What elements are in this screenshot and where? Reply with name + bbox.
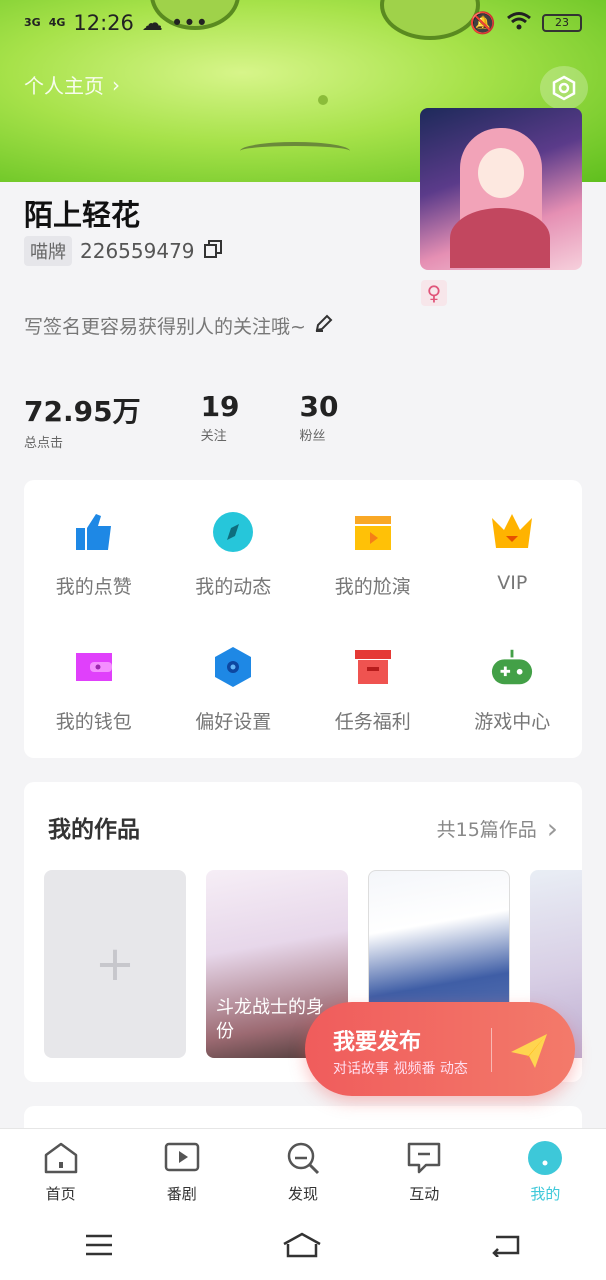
menu-card: 我的点赞 我的动态 我的尬演 VIP 我的钱包 偏好设置 任务福利 游戏中心 bbox=[24, 480, 582, 758]
user-id: 226559479 bbox=[80, 239, 195, 263]
cloud-icon: ☁ bbox=[141, 11, 163, 35]
tab-home[interactable]: 首页 bbox=[0, 1129, 121, 1214]
edit-pencil-icon[interactable] bbox=[314, 313, 334, 338]
menu-preferences[interactable]: 偏好设置 bbox=[164, 645, 304, 780]
works-title: 我的作品 bbox=[48, 817, 140, 843]
signal-4g: 4G bbox=[48, 16, 66, 29]
gift-box-icon bbox=[351, 645, 395, 689]
stat-following[interactable]: 19 关注 bbox=[201, 390, 240, 451]
tab-mine[interactable]: 我的 bbox=[485, 1129, 606, 1214]
play-icon bbox=[163, 1139, 201, 1177]
wifi-icon bbox=[506, 11, 532, 36]
system-nav-bar bbox=[0, 1214, 606, 1280]
paper-plane-icon bbox=[505, 1026, 553, 1074]
gender-female-icon: ♀ bbox=[421, 280, 447, 306]
menu-tasks[interactable]: 任务福利 bbox=[303, 645, 443, 780]
battery-icon: 23 bbox=[542, 14, 582, 32]
more-dots-icon: ••• bbox=[170, 11, 209, 35]
signal-3g: 3G bbox=[24, 16, 41, 29]
menu-wallet[interactable]: 我的钱包 bbox=[24, 645, 164, 780]
hexagon-settings-icon bbox=[552, 75, 576, 101]
menu-vip[interactable]: VIP bbox=[443, 510, 583, 645]
works-count-link[interactable]: 共15篇作品 › bbox=[437, 812, 558, 845]
stat-clicks[interactable]: 72.95万 总点击 bbox=[24, 390, 141, 451]
mute-bell-icon: 🔕 bbox=[469, 10, 496, 35]
tab-anime[interactable]: 番剧 bbox=[121, 1129, 242, 1214]
plus-icon: + bbox=[94, 936, 136, 992]
chevron-right-icon: › bbox=[112, 72, 120, 97]
back-icon[interactable] bbox=[490, 1233, 522, 1261]
tab-interact[interactable]: 互动 bbox=[364, 1129, 485, 1214]
bottom-tab-bar: 首页 番剧 发现 互动 我的 bbox=[0, 1128, 606, 1214]
settings-button[interactable] bbox=[540, 66, 588, 110]
publish-subtitle: 对话故事 视频番 动态 bbox=[333, 1061, 468, 1077]
home-nav-icon[interactable] bbox=[282, 1232, 322, 1262]
stat-followers[interactable]: 30 粉丝 bbox=[300, 390, 339, 451]
home-icon bbox=[42, 1139, 80, 1177]
copy-icon[interactable] bbox=[203, 239, 223, 264]
publish-button[interactable]: 我要发布 对话故事 视频番 动态 bbox=[305, 1002, 575, 1096]
search-discover-icon bbox=[284, 1139, 322, 1177]
thumbs-up-icon bbox=[72, 510, 116, 554]
chevron-right-icon: › bbox=[546, 812, 558, 845]
user-id-row: 喵牌 226559479 bbox=[24, 236, 223, 266]
clapperboard-icon bbox=[351, 510, 395, 554]
signature[interactable]: 写签名更容易获得别人的关注哦~ bbox=[24, 312, 334, 339]
profile-icon bbox=[526, 1139, 564, 1177]
signature-text: 写签名更容易获得别人的关注哦~ bbox=[24, 316, 306, 338]
status-bar: 3G 4G 12:26 ☁ ••• 🔕 23 bbox=[0, 0, 606, 46]
gamepad-icon bbox=[490, 645, 534, 689]
id-tag: 喵牌 bbox=[24, 236, 72, 266]
banner-nose bbox=[318, 95, 328, 105]
compass-icon bbox=[211, 510, 255, 554]
tab-discover[interactable]: 发现 bbox=[242, 1129, 363, 1214]
menu-lines-icon[interactable] bbox=[84, 1233, 114, 1261]
menu-game-center[interactable]: 游戏中心 bbox=[443, 645, 583, 780]
avatar[interactable] bbox=[420, 108, 582, 270]
menu-my-feed[interactable]: 我的动态 bbox=[164, 510, 304, 645]
homepage-link[interactable]: 个人主页 › bbox=[24, 70, 120, 99]
message-icon bbox=[405, 1139, 443, 1177]
menu-my-likes[interactable]: 我的点赞 bbox=[24, 510, 164, 645]
publish-title: 我要发布 bbox=[333, 1030, 422, 1055]
homepage-label: 个人主页 bbox=[24, 74, 104, 98]
add-work-button[interactable]: + bbox=[44, 870, 186, 1058]
crown-icon bbox=[490, 510, 534, 554]
menu-my-acting[interactable]: 我的尬演 bbox=[303, 510, 443, 645]
wallet-icon bbox=[72, 645, 116, 689]
clock: 12:26 bbox=[73, 11, 134, 35]
banner-mouth bbox=[240, 142, 350, 160]
settings-hexagon-icon bbox=[211, 645, 255, 689]
username: 陌上轻花 bbox=[24, 198, 141, 232]
stats-row: 72.95万 总点击 19 关注 30 粉丝 bbox=[24, 390, 339, 451]
